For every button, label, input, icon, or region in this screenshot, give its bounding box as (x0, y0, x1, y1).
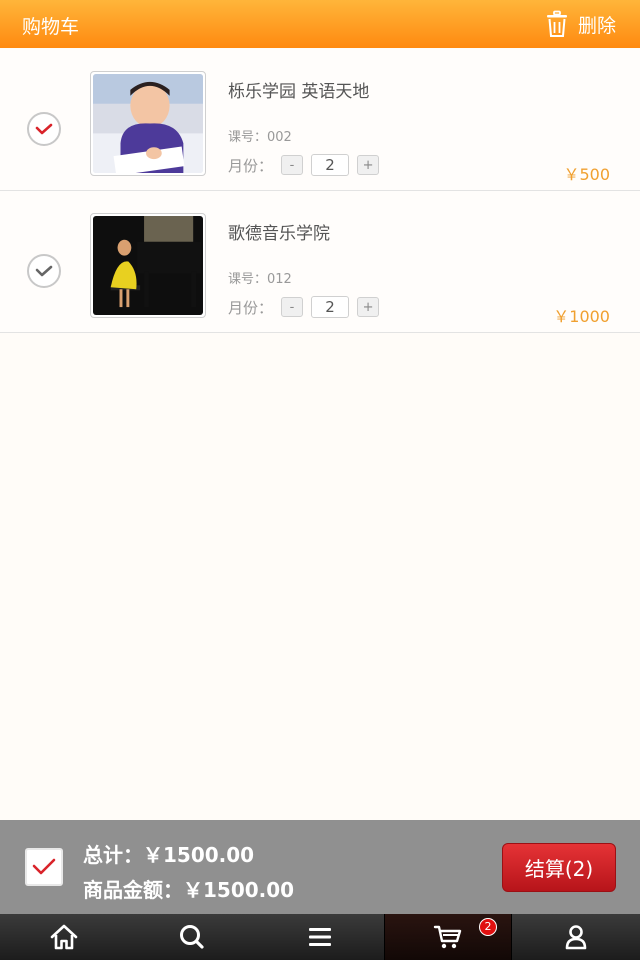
cart-item: 歌德音乐学院 课号：012 月份： - 2 + ￥1000 (0, 191, 640, 333)
amount-text: 商品金额：￥1500.00 (83, 878, 295, 902)
check-icon (35, 123, 53, 135)
tab-home[interactable] (0, 914, 128, 960)
bottom-tab-bar: 2 (0, 914, 640, 960)
quantity-input[interactable]: 2 (311, 296, 350, 318)
course-code: 课号：002 (228, 130, 292, 145)
item-checkbox[interactable] (27, 112, 61, 146)
user-icon (565, 925, 587, 950)
total-text: 总计：￥1500.00 (83, 843, 255, 867)
piano-performance-image (93, 216, 203, 315)
checkout-button[interactable]: 结算(2) (502, 843, 616, 892)
item-checkbox[interactable] (27, 254, 61, 288)
search-icon (180, 925, 204, 949)
course-name: 栎乐学园 英语天地 (228, 82, 370, 102)
menu-icon (309, 928, 331, 946)
tab-menu[interactable] (256, 914, 384, 960)
quantity-plus-button[interactable]: + (357, 297, 380, 317)
course-thumbnail[interactable] (90, 213, 206, 318)
child-writing-image (93, 74, 203, 173)
quantity-plus-button[interactable]: + (357, 155, 380, 175)
delete-button[interactable]: 删除 (544, 9, 616, 39)
course-thumbnail[interactable] (90, 71, 206, 176)
cart-count-badge: 2 (479, 918, 497, 936)
trash-icon (546, 10, 567, 37)
month-label: 月份： (228, 298, 274, 317)
tab-cart[interactable]: 2 (384, 914, 512, 960)
delete-label: 删除 (577, 14, 616, 37)
cart-icon (433, 925, 462, 949)
quantity-minus-button[interactable]: - (281, 297, 304, 317)
course-code: 课号：012 (228, 272, 292, 287)
course-name: 歌德音乐学院 (228, 224, 330, 244)
cart-item: 栎乐学园 英语天地 课号：002 月份： - 2 + ￥500 (0, 49, 640, 191)
check-icon (32, 858, 56, 875)
check-icon (35, 265, 53, 277)
quantity-minus-button[interactable]: - (281, 155, 304, 175)
home-icon (50, 924, 78, 950)
header-bar: 购物车 删除 (0, 0, 640, 48)
quantity-input[interactable]: 2 (311, 154, 350, 176)
page-title: 购物车 (22, 16, 80, 38)
tab-profile[interactable] (512, 914, 640, 960)
item-price: ￥1000 (553, 307, 610, 326)
select-all-checkbox[interactable] (25, 848, 63, 886)
month-row: 月份： - 2 + (228, 154, 380, 176)
item-price: ￥500 (563, 165, 610, 184)
checkout-summary-bar: 总计：￥1500.00 商品金额：￥1500.00 结算(2) (0, 820, 640, 914)
tab-search[interactable] (128, 914, 256, 960)
month-row: 月份： - 2 + (228, 296, 380, 318)
month-label: 月份： (228, 156, 274, 175)
